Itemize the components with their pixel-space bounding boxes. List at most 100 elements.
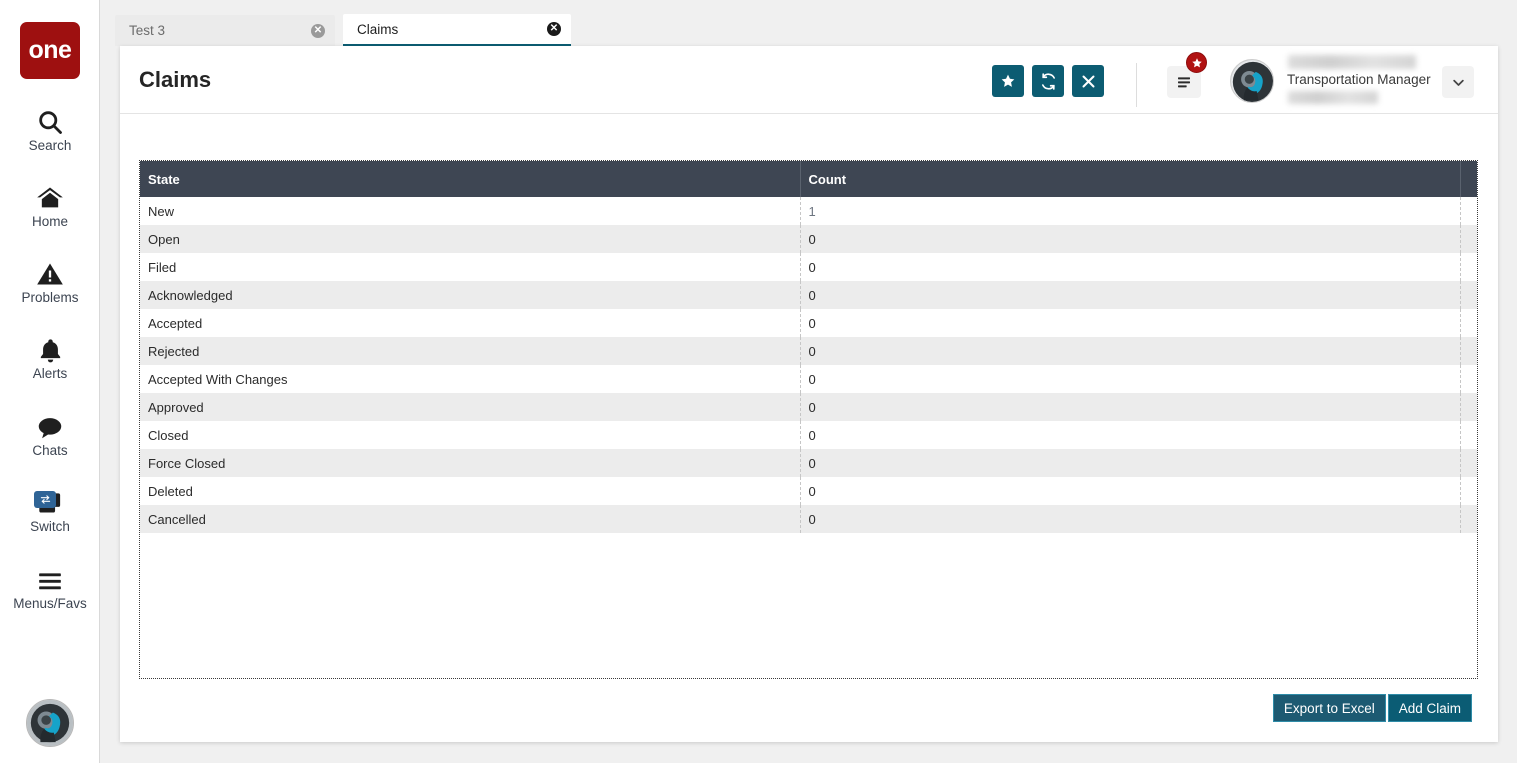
table-row[interactable]: Cancelled 0 [140, 505, 1477, 533]
app-logo[interactable]: one [20, 22, 80, 79]
tab-label: Claims [357, 21, 399, 37]
header-divider [1136, 63, 1137, 107]
page-header: Claims Transportation Manager [120, 46, 1498, 114]
cell-extra [1460, 253, 1477, 281]
column-header-count[interactable]: Count [800, 161, 1461, 197]
cell-state: Accepted [140, 309, 801, 337]
cell-extra [1460, 421, 1477, 449]
table-row[interactable]: Closed 0 [140, 421, 1477, 449]
table-row[interactable]: Accepted With Changes 0 [140, 365, 1477, 393]
logo-text: one [28, 36, 72, 64]
cell-state: Open [140, 225, 801, 253]
sidebar-item-problems[interactable]: Problems [0, 254, 100, 306]
sidebar-item-label: Chats [32, 443, 68, 458]
search-icon [36, 102, 64, 136]
cell-count: 0 [800, 365, 1461, 393]
table-row[interactable]: Open 0 [140, 225, 1477, 253]
table-row[interactable]: Deleted 0 [140, 477, 1477, 505]
user-avatar[interactable] [1230, 59, 1274, 103]
cell-extra [1460, 477, 1477, 505]
cell-state: Deleted [140, 477, 801, 505]
sidebar-item-chats[interactable]: Chats [0, 407, 100, 459]
table-row[interactable]: Approved 0 [140, 393, 1477, 421]
cell-state: New [140, 197, 801, 225]
column-header-extra[interactable] [1460, 161, 1477, 197]
sidebar-item-switch[interactable]: Switch [0, 483, 100, 535]
tab-test-3[interactable]: Test 3 ✕ [115, 15, 335, 46]
cell-count: 0 [800, 281, 1461, 309]
sidebar-item-label: Home [31, 214, 68, 229]
chat-bubble-icon [35, 407, 65, 441]
table-row[interactable]: Force Closed 0 [140, 449, 1477, 477]
sidebar: one Search Home Problems Alerts Chats Sw… [0, 0, 100, 763]
sidebar-item-label: Problems [21, 290, 79, 305]
cell-extra [1460, 281, 1477, 309]
cell-state: Force Closed [140, 449, 801, 477]
cell-count: 0 [800, 449, 1461, 477]
bell-icon [37, 330, 64, 364]
close-button[interactable] [1072, 65, 1104, 97]
user-name-redacted [1288, 55, 1416, 69]
cell-count: 0 [800, 477, 1461, 505]
cell-count: 0 [800, 225, 1461, 253]
cell-state: Cancelled [140, 505, 801, 533]
cell-state: Rejected [140, 337, 801, 365]
table-head: State Count [140, 161, 1477, 197]
menu-badge-star-icon [1186, 52, 1207, 73]
user-menu-toggle[interactable] [1442, 66, 1474, 98]
close-circle-icon[interactable]: ✕ [311, 23, 325, 38]
tab-label: Test 3 [129, 23, 166, 38]
user-info[interactable]: Transportation Manager [1282, 51, 1431, 109]
cell-extra [1460, 197, 1477, 225]
sidebar-item-label: Menus/Favs [13, 596, 87, 611]
cell-state: Filed [140, 253, 801, 281]
footer-actions: Export to Excel Add Claim [1272, 694, 1472, 722]
user-org-redacted [1288, 91, 1378, 104]
avatar[interactable] [26, 699, 74, 747]
cell-state: Accepted With Changes [140, 365, 801, 393]
sidebar-item-label: Alerts [32, 366, 68, 381]
table-row[interactable]: Acknowledged 0 [140, 281, 1477, 309]
home-icon [35, 178, 65, 212]
cell-extra [1460, 505, 1477, 533]
cell-count: 0 [800, 505, 1461, 533]
table-row[interactable]: Accepted 0 [140, 309, 1477, 337]
page-title: Claims [139, 67, 212, 92]
user-role-label: Transportation Manager [1287, 72, 1431, 87]
tab-claims[interactable]: Claims ✕ [343, 14, 571, 47]
close-circle-icon[interactable]: ✕ [547, 22, 561, 36]
cell-count: 1 [800, 197, 1461, 225]
cell-count: 0 [800, 253, 1461, 281]
column-header-state[interactable]: State [140, 161, 801, 197]
cell-extra [1460, 225, 1477, 253]
exchange-arrows-icon[interactable] [34, 491, 56, 508]
favorite-button[interactable] [992, 65, 1024, 97]
sidebar-item-alerts[interactable]: Alerts [0, 330, 100, 382]
cell-count: 0 [800, 421, 1461, 449]
table-row[interactable]: New 1 [140, 197, 1477, 225]
cell-extra [1460, 449, 1477, 477]
hamburger-icon [35, 560, 65, 594]
sidebar-item-home[interactable]: Home [0, 178, 100, 230]
export-to-excel-button[interactable]: Export to Excel [1272, 694, 1386, 722]
tab-bar: Test 3 ✕ Claims ✕ [100, 0, 1517, 47]
cell-state: Acknowledged [140, 281, 801, 309]
cell-extra [1460, 365, 1477, 393]
table-row[interactable]: Rejected 0 [140, 337, 1477, 365]
refresh-button[interactable] [1032, 65, 1064, 97]
sidebar-item-menus-favs[interactable]: Menus/Favs [0, 560, 100, 612]
claims-state-table: State Count New 1 Open 0 Filed 0 Acknowledged 0… [139, 160, 1478, 679]
warning-triangle-icon [35, 254, 65, 288]
add-claim-button[interactable]: Add Claim [1387, 694, 1472, 722]
content-card: Claims Transportation Manager State Coun… [120, 46, 1498, 742]
table-row[interactable]: Filed 0 [140, 253, 1477, 281]
table: State Count New 1 Open 0 Filed 0 Acknowledged 0… [140, 161, 1477, 533]
sidebar-item-label: Search [28, 138, 72, 153]
cell-count: 0 [800, 309, 1461, 337]
cell-extra [1460, 337, 1477, 365]
cell-count: 0 [800, 393, 1461, 421]
sidebar-item-search[interactable]: Search [0, 102, 100, 154]
cell-count: 0 [800, 337, 1461, 365]
cell-state: Closed [140, 421, 801, 449]
table-body: New 1 Open 0 Filed 0 Acknowledged 0 Accepted 0 Rej… [140, 197, 1477, 533]
